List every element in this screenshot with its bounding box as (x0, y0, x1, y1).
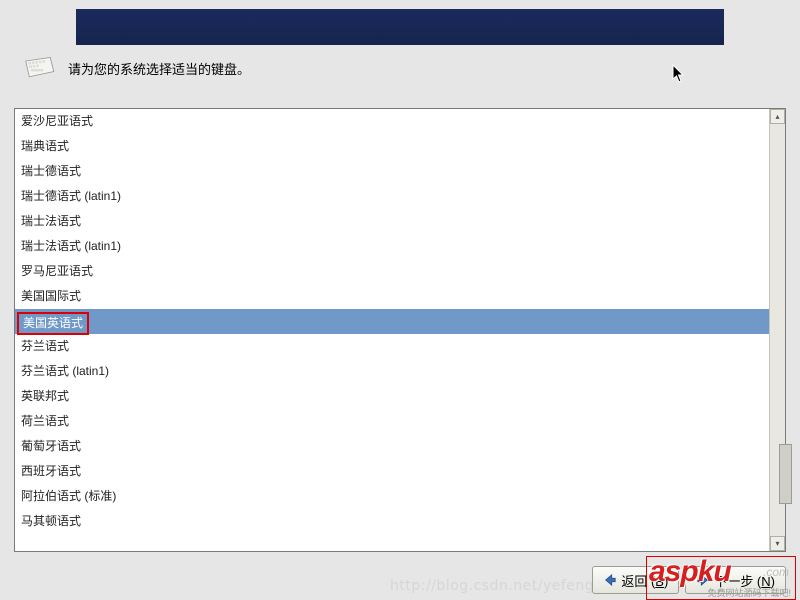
scrollbar-vertical[interactable]: ▴ ▾ (769, 109, 785, 551)
arrow-left-icon (603, 573, 617, 587)
list-item[interactable]: 马其顿语式 (15, 509, 769, 534)
back-button[interactable]: 返回 (B) (592, 566, 679, 594)
list-item[interactable]: 西班牙语式 (15, 459, 769, 484)
next-button[interactable]: 下一步 (N) (685, 566, 786, 594)
list-item[interactable]: 芬兰语式 (15, 334, 769, 359)
list-item[interactable]: 瑞士法语式 (15, 209, 769, 234)
list-item[interactable]: 英联邦式 (15, 384, 769, 409)
next-label: 下一步 (N) (714, 571, 775, 590)
list-item[interactable]: 美国英语式 (15, 309, 769, 334)
prompt-text: 请为您的系统选择适当的键盘。 (68, 59, 250, 78)
back-label: 返回 (B) (621, 571, 668, 590)
arrow-right-icon (696, 573, 710, 587)
scroll-thumb[interactable] (779, 444, 792, 504)
list-item[interactable]: 瑞士德语式 (15, 159, 769, 184)
navigation-buttons: 返回 (B) 下一步 (N) (592, 566, 786, 594)
keyboard-listbox[interactable]: 爱沙尼亚语式瑞典语式瑞士德语式瑞士德语式 (latin1)瑞士法语式瑞士法语式 … (14, 108, 786, 552)
list-item[interactable]: 爱沙尼亚语式 (15, 109, 769, 134)
list-item[interactable]: 罗马尼亚语式 (15, 259, 769, 284)
list-item[interactable]: 瑞典语式 (15, 134, 769, 159)
installer-banner (76, 9, 724, 45)
keyboard-icon (20, 54, 56, 82)
list-item[interactable]: 芬兰语式 (latin1) (15, 359, 769, 384)
list-item[interactable]: 美国国际式 (15, 284, 769, 309)
list-item[interactable]: 阿拉伯语式 (标准) (15, 484, 769, 509)
prompt-row: 请为您的系统选择适当的键盘。 (20, 54, 250, 82)
cursor-icon (672, 64, 686, 84)
scroll-down-button[interactable]: ▾ (770, 536, 785, 551)
watermark-url: http://blog.csdn.net/yefeng (390, 578, 594, 594)
scroll-up-button[interactable]: ▴ (770, 109, 785, 124)
list-item[interactable]: 荷兰语式 (15, 409, 769, 434)
list-item[interactable]: 葡萄牙语式 (15, 434, 769, 459)
list-item[interactable]: 瑞士法语式 (latin1) (15, 234, 769, 259)
list-item[interactable]: 瑞士德语式 (latin1) (15, 184, 769, 209)
